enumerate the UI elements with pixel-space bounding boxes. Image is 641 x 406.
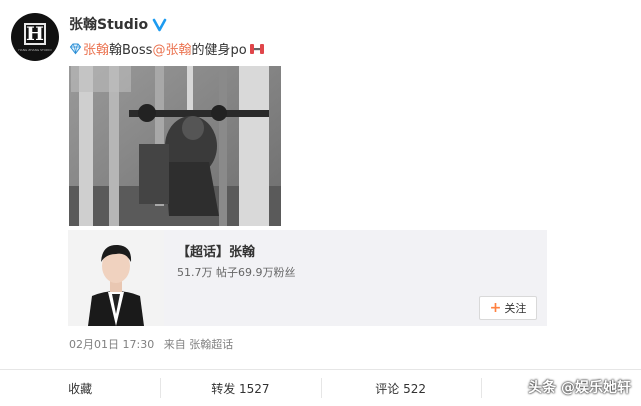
avatar[interactable]: H HANG ZHANG STUDIO [11, 13, 59, 61]
topic-thumbnail [68, 230, 164, 326]
plus-icon: + [489, 300, 502, 316]
post-photo[interactable] [69, 66, 281, 226]
follow-button[interactable]: + 关注 [479, 296, 537, 320]
watermark: 头条 @娱乐她轩 [528, 380, 631, 396]
topic-title[interactable]: 【超话】张翰 [177, 241, 255, 260]
post-source[interactable]: 来自 张翰超话 [164, 338, 234, 351]
account-header: 张翰Studio [69, 14, 167, 34]
diamond-icon [69, 42, 82, 55]
favorite-button[interactable]: 收藏 [0, 370, 160, 406]
studio-logo-text: HANG ZHANG STUDIO [18, 47, 52, 52]
post-text: 张翰 翰Boss @张翰 的健身po [69, 39, 265, 58]
account-name[interactable]: 张翰Studio [69, 14, 148, 34]
super-topic-card[interactable]: 【超话】张翰 51.7万 帖子69.9万粉丝 + 关注 [68, 230, 547, 326]
post-text-middle: 翰Boss [109, 43, 153, 58]
mention-link[interactable]: @张翰 [152, 39, 191, 58]
post-time[interactable]: 02月01日 17:30 [69, 338, 154, 351]
topic-stats: 51.7万 帖子69.9万粉丝 [177, 266, 296, 279]
verified-icon [152, 17, 167, 32]
studio-logo: H [24, 22, 46, 45]
repost-button[interactable]: 转发 1527 [160, 370, 320, 406]
comment-button[interactable]: 评论 522 [320, 370, 481, 406]
follow-label: 关注 [504, 302, 527, 315]
mention-link[interactable]: 张翰 [83, 39, 109, 58]
dumbbell-icon [249, 42, 265, 56]
post-text-end: 的健身po [191, 43, 247, 58]
post-meta: 02月01日 17:30 来自 张翰超话 [69, 336, 233, 352]
